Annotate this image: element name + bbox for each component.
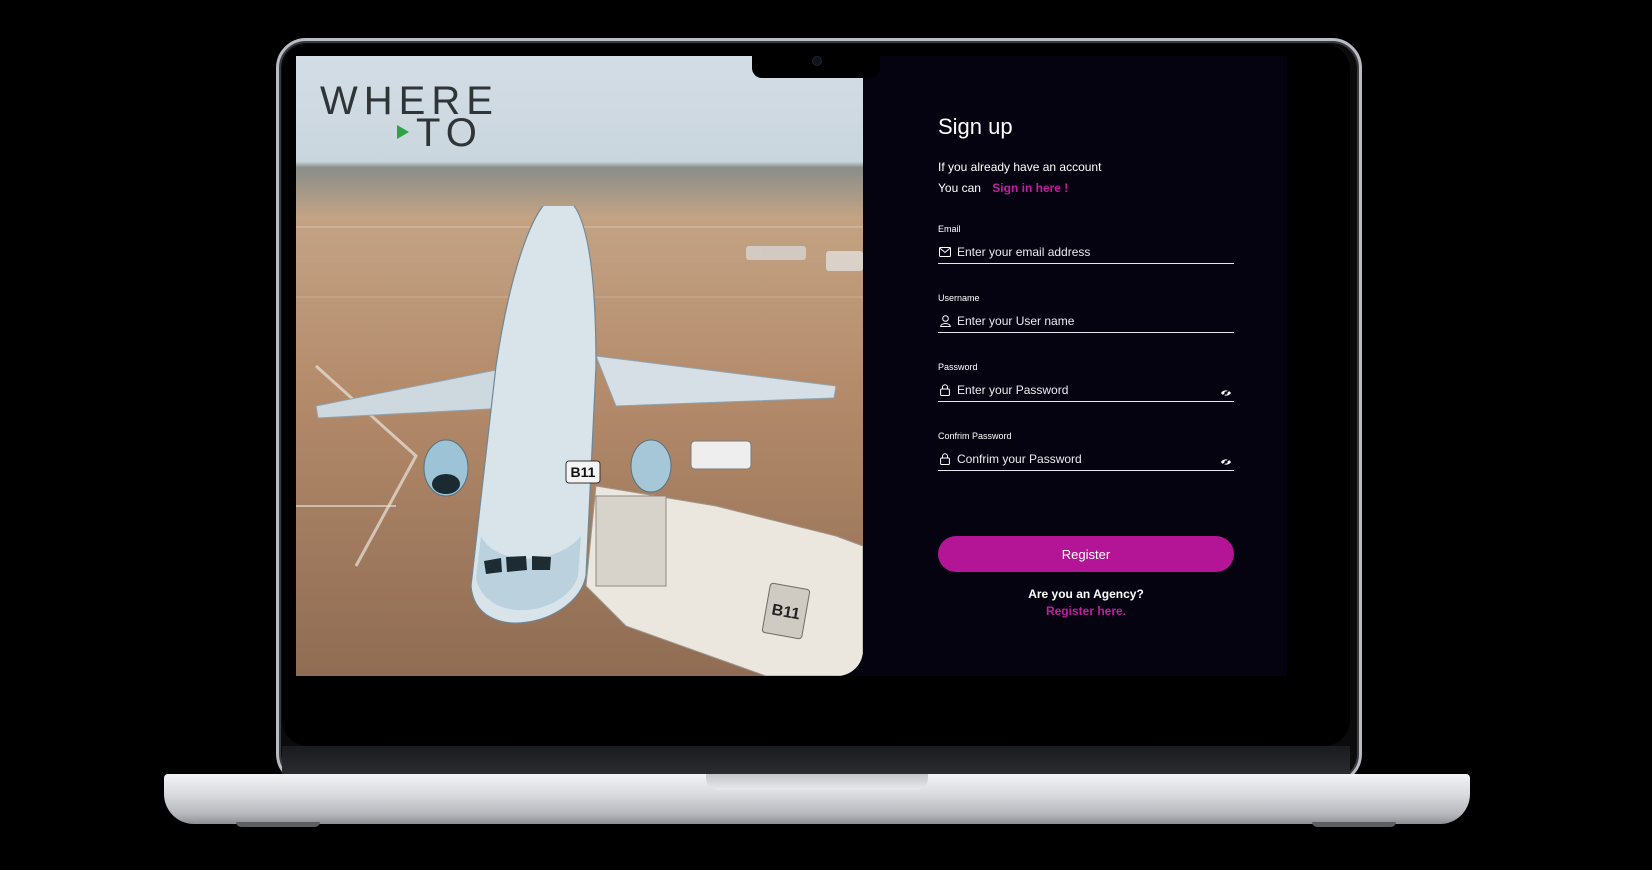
username-field: Username [938, 293, 1234, 333]
camera-notch [752, 52, 880, 78]
email-field: Email [938, 224, 1234, 264]
confirm-password-label: Confrim Password [938, 431, 1012, 441]
password-input[interactable] [957, 383, 1207, 397]
airplane-illustration: B11 B11 [296, 206, 863, 676]
user-icon [938, 314, 952, 328]
laptop-foot [1312, 822, 1396, 827]
eye-off-icon[interactable] [1220, 383, 1234, 398]
app-screen: B11 B11 WHERE TO Sign up If you already … [296, 56, 1287, 676]
page-title: Sign up [938, 114, 1013, 139]
register-button[interactable]: Register [938, 536, 1234, 572]
signin-line: You can Sign in here ! [938, 181, 1068, 195]
play-arrow-icon [397, 125, 409, 139]
account-hint: If you already have an account [938, 160, 1102, 174]
logo-text-to: TO [416, 111, 483, 155]
lock-icon [938, 452, 952, 466]
signup-panel: Sign up If you already have an account Y… [863, 56, 1287, 676]
confirm-password-input[interactable] [957, 452, 1207, 466]
password-field: Password [938, 362, 1234, 402]
laptop-chin [282, 746, 1350, 774]
agency-register-link[interactable]: Register here. [938, 604, 1234, 618]
agency-question: Are you an Agency? [1028, 587, 1144, 601]
confirm-password-field: Confrim Password [938, 431, 1234, 471]
username-input[interactable] [957, 314, 1207, 328]
hero-image: B11 B11 WHERE TO [296, 56, 863, 676]
signin-prefix: You can [938, 181, 981, 195]
brand-logo: WHERE TO [320, 80, 493, 154]
email-input[interactable] [957, 245, 1207, 259]
eye-off-icon[interactable] [1220, 452, 1234, 467]
username-label: Username [938, 293, 980, 303]
password-label: Password [938, 362, 978, 372]
camera-icon [813, 57, 821, 65]
laptop-opening-notch [706, 774, 928, 790]
lock-icon [938, 383, 952, 397]
mail-icon [938, 245, 952, 259]
gate-sign: B11 [571, 464, 596, 480]
email-label: Email [938, 224, 961, 234]
signin-link[interactable]: Sign in here ! [992, 181, 1068, 195]
laptop-foot [236, 822, 320, 827]
